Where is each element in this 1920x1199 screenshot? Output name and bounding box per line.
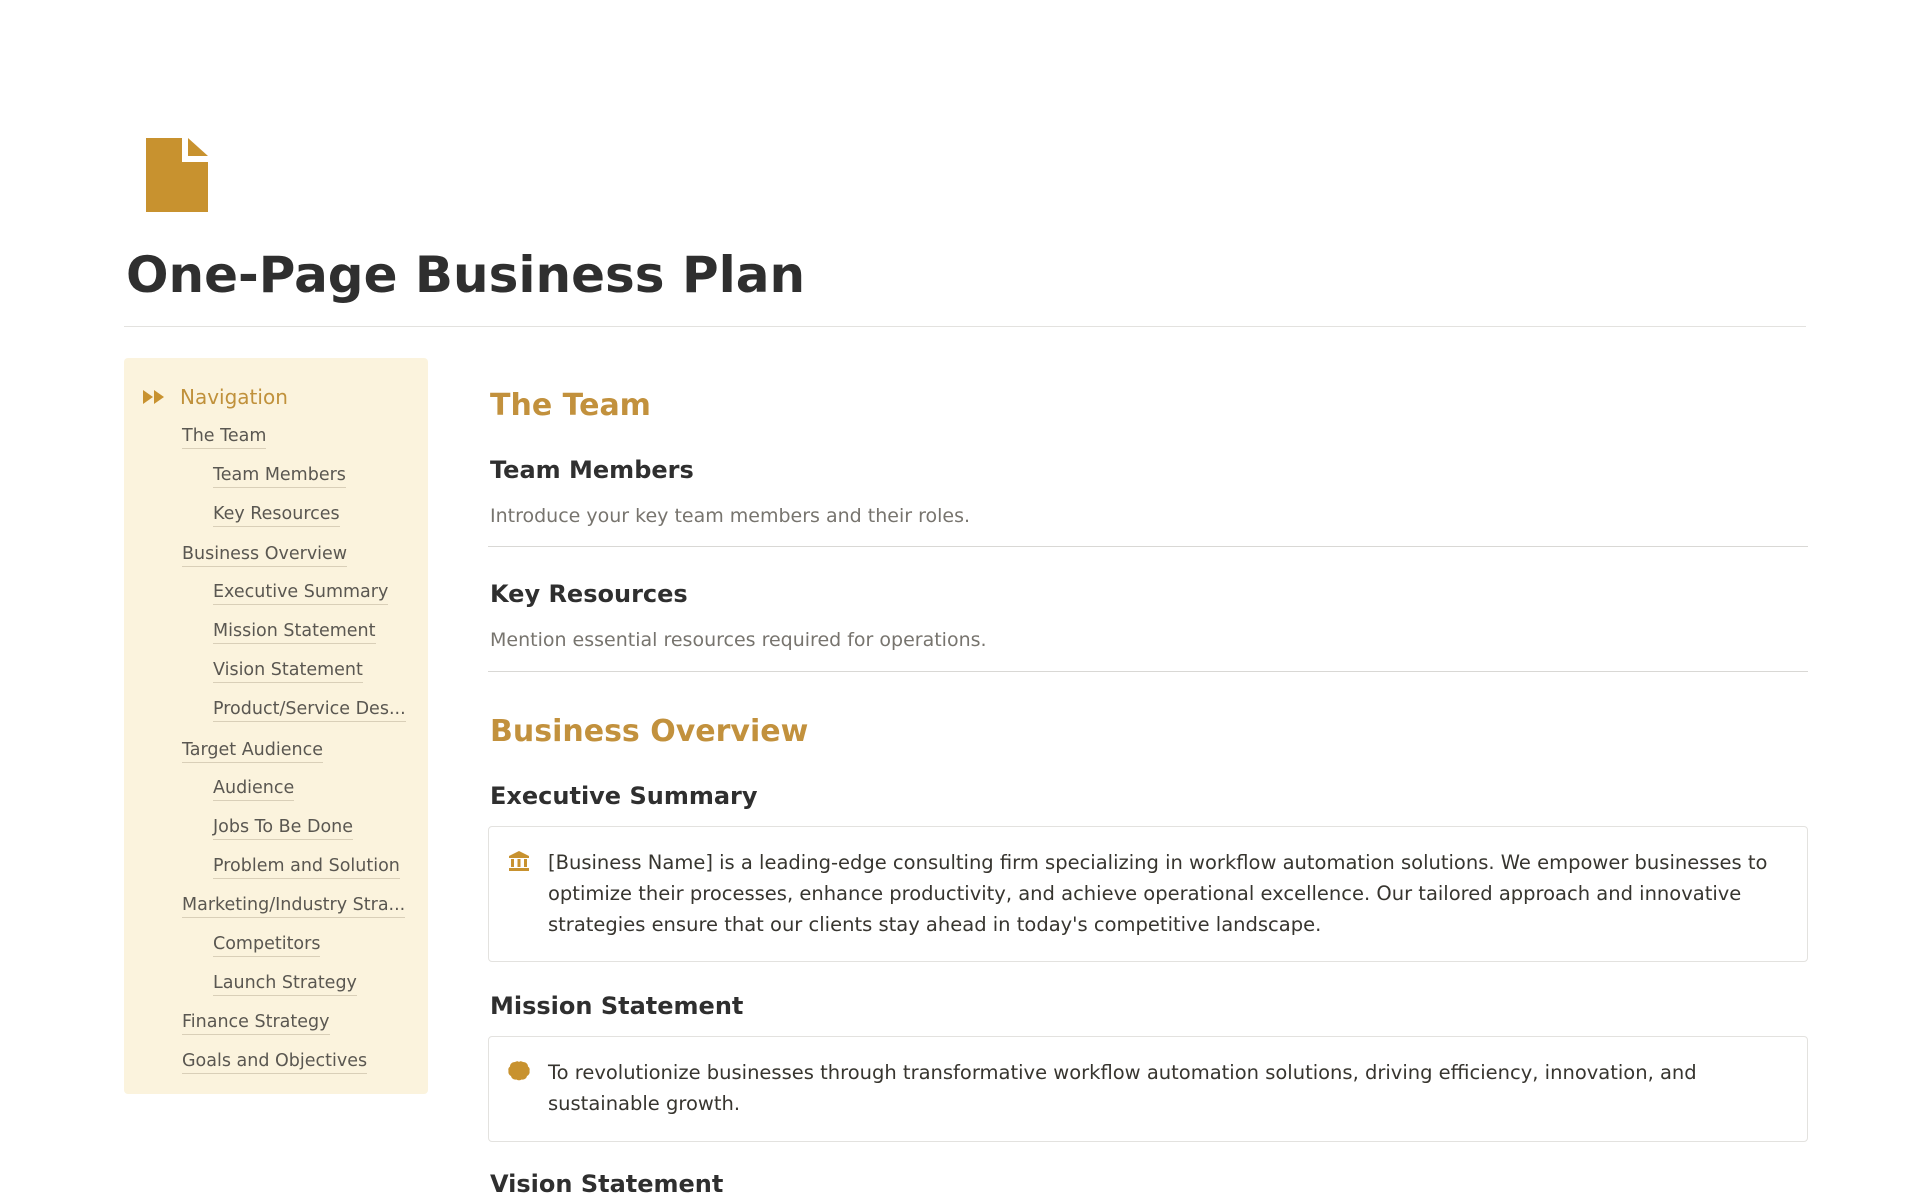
- navigation-label: Navigation: [180, 385, 288, 409]
- subheading-team-members: Team Members: [490, 456, 694, 484]
- section-heading-the-team: The Team: [490, 388, 651, 423]
- nav-link-goals-and-objectives[interactable]: Goals and Objectives: [182, 1049, 368, 1074]
- nav-link-audience[interactable]: Audience: [213, 776, 295, 801]
- divider: [488, 671, 1808, 672]
- nav-link-the-team[interactable]: The Team: [182, 424, 267, 449]
- navigation-sidebar: Navigation The Team Team Members Key Res…: [124, 358, 428, 1094]
- nav-link-product-service[interactable]: Product/Service Des...: [213, 697, 406, 722]
- page-title: One-Page Business Plan: [126, 246, 806, 304]
- page: One-Page Business Plan Navigation The Te…: [0, 0, 1920, 1199]
- nav-link-jobs-to-be-done[interactable]: Jobs To Be Done: [213, 815, 354, 840]
- brain-icon: [508, 1061, 530, 1081]
- team-members-description[interactable]: Introduce your key team members and thei…: [490, 502, 970, 530]
- nav-link-problem-and-solution[interactable]: Problem and Solution: [213, 854, 400, 879]
- navigation-header[interactable]: Navigation: [142, 382, 288, 412]
- section-heading-business-overview: Business Overview: [490, 714, 809, 749]
- mission-statement-text: To revolutionize businesses through tran…: [548, 1061, 1697, 1115]
- title-divider: [124, 326, 1806, 327]
- subheading-vision-statement: Vision Statement: [490, 1170, 724, 1198]
- subheading-executive-summary: Executive Summary: [490, 782, 758, 810]
- subheading-mission-statement: Mission Statement: [490, 992, 744, 1020]
- bank-icon: [509, 851, 529, 871]
- executive-summary-callout[interactable]: [Business Name] is a leading-edge consul…: [488, 826, 1808, 962]
- nav-link-target-audience[interactable]: Target Audience: [182, 738, 323, 763]
- fast-forward-icon: [143, 390, 164, 404]
- divider: [488, 546, 1808, 547]
- nav-link-launch-strategy[interactable]: Launch Strategy: [213, 971, 357, 996]
- nav-link-vision-statement[interactable]: Vision Statement: [213, 658, 363, 683]
- nav-link-key-resources[interactable]: Key Resources: [213, 502, 340, 527]
- nav-link-team-members[interactable]: Team Members: [213, 463, 346, 488]
- subheading-key-resources: Key Resources: [490, 580, 688, 608]
- nav-link-competitors[interactable]: Competitors: [213, 932, 321, 957]
- nav-link-finance-strategy[interactable]: Finance Strategy: [182, 1010, 330, 1035]
- key-resources-description[interactable]: Mention essential resources required for…: [490, 626, 987, 654]
- nav-link-marketing-industry[interactable]: Marketing/Industry Stra...: [182, 893, 406, 918]
- nav-link-executive-summary[interactable]: Executive Summary: [213, 580, 389, 605]
- executive-summary-text: [Business Name] is a leading-edge consul…: [548, 851, 1768, 936]
- mission-statement-callout[interactable]: To revolutionize businesses through tran…: [488, 1036, 1808, 1142]
- nav-link-business-overview[interactable]: Business Overview: [182, 542, 348, 567]
- document-icon: [146, 138, 208, 212]
- nav-link-mission-statement[interactable]: Mission Statement: [213, 619, 376, 644]
